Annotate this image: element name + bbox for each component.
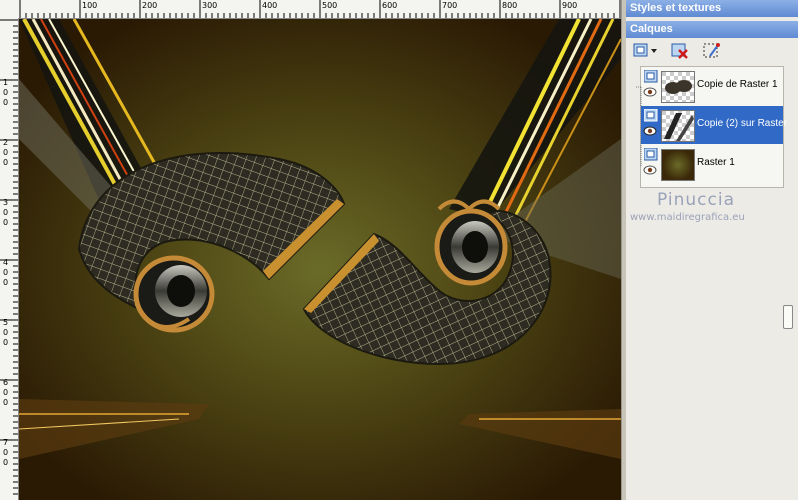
left-ruler[interactable]: 1 0 0 2 0 0 3 0 0 4 0 0 5 0 0 6 0 0 7 0 …: [0, 18, 19, 500]
layers-titlebar[interactable]: Calques: [626, 21, 798, 38]
raster-layer-icon: [644, 70, 658, 83]
top-ruler-label: 400: [262, 1, 278, 10]
delete-layer-icon: [671, 43, 688, 59]
left-ruler-label: 5 0 0: [3, 318, 9, 347]
layer-thumbnail: [661, 71, 695, 103]
left-ruler-label: 6 0 0: [3, 378, 9, 407]
layer-thumbnail: [661, 149, 695, 181]
image-canvas[interactable]: [19, 19, 621, 500]
watermark-site: www.maidiregrafica.eu: [630, 212, 745, 223]
left-ruler-label: 2 0 0: [3, 138, 9, 167]
top-ruler-label: 900: [562, 1, 578, 10]
right-panel: Styles et textures Calques Copie de Rast…: [626, 0, 798, 500]
left-ruler-label: 4 0 0: [3, 258, 9, 287]
new-layer-button[interactable]: [632, 41, 658, 61]
visibility-eye-icon[interactable]: [643, 87, 657, 97]
layers-toolbar: [626, 39, 798, 63]
layer-name: Copie de Raster 1: [697, 79, 778, 90]
visibility-eye-icon[interactable]: [643, 126, 657, 136]
left-ruler-label: 3 0 0: [3, 198, 9, 227]
styles-textures-titlebar[interactable]: Styles et textures: [626, 0, 798, 17]
delete-layer-button[interactable]: [670, 41, 690, 61]
mask-selection-button[interactable]: [702, 41, 722, 61]
raster-layer-icon: [644, 148, 658, 161]
layer-row-copie-de-raster-1[interactable]: Copie de Raster 1: [641, 67, 783, 105]
top-ruler-label: 500: [322, 1, 338, 10]
top-ruler-label: 200: [142, 1, 158, 10]
top-ruler-label: 800: [502, 1, 518, 10]
panel-scroll-handle[interactable]: [783, 305, 793, 329]
raster-layer-icon: [644, 109, 658, 122]
selection-mask-icon: [703, 43, 720, 58]
layer-thumbnail: [661, 110, 695, 142]
left-ruler-label: 1 0 0: [3, 78, 9, 107]
layer-name: Copie (2) sur Raster: [697, 118, 788, 129]
top-ruler-label: 600: [382, 1, 398, 10]
top-ruler-label: 700: [442, 1, 458, 10]
new-raster-layer-icon: [633, 43, 657, 57]
watermark-name: Pinuccia: [657, 190, 735, 210]
layers-list: Copie de Raster 1 Copie (2) sur Raster R…: [636, 66, 787, 188]
top-ruler-label: 300: [202, 1, 218, 10]
left-ruler-label: 7 0 0: [3, 438, 9, 467]
canvas-artwork: [19, 19, 621, 500]
layer-row-raster-1[interactable]: Raster 1: [641, 145, 783, 183]
layer-row-copie-2-sur-raster[interactable]: Copie (2) sur Raster: [641, 106, 787, 144]
top-ruler[interactable]: 100 200 300 400 500 600 700 800 900: [0, 0, 622, 19]
top-ruler-label: 100: [82, 1, 98, 10]
layer-name: Raster 1: [697, 157, 735, 168]
visibility-eye-icon[interactable]: [643, 165, 657, 175]
